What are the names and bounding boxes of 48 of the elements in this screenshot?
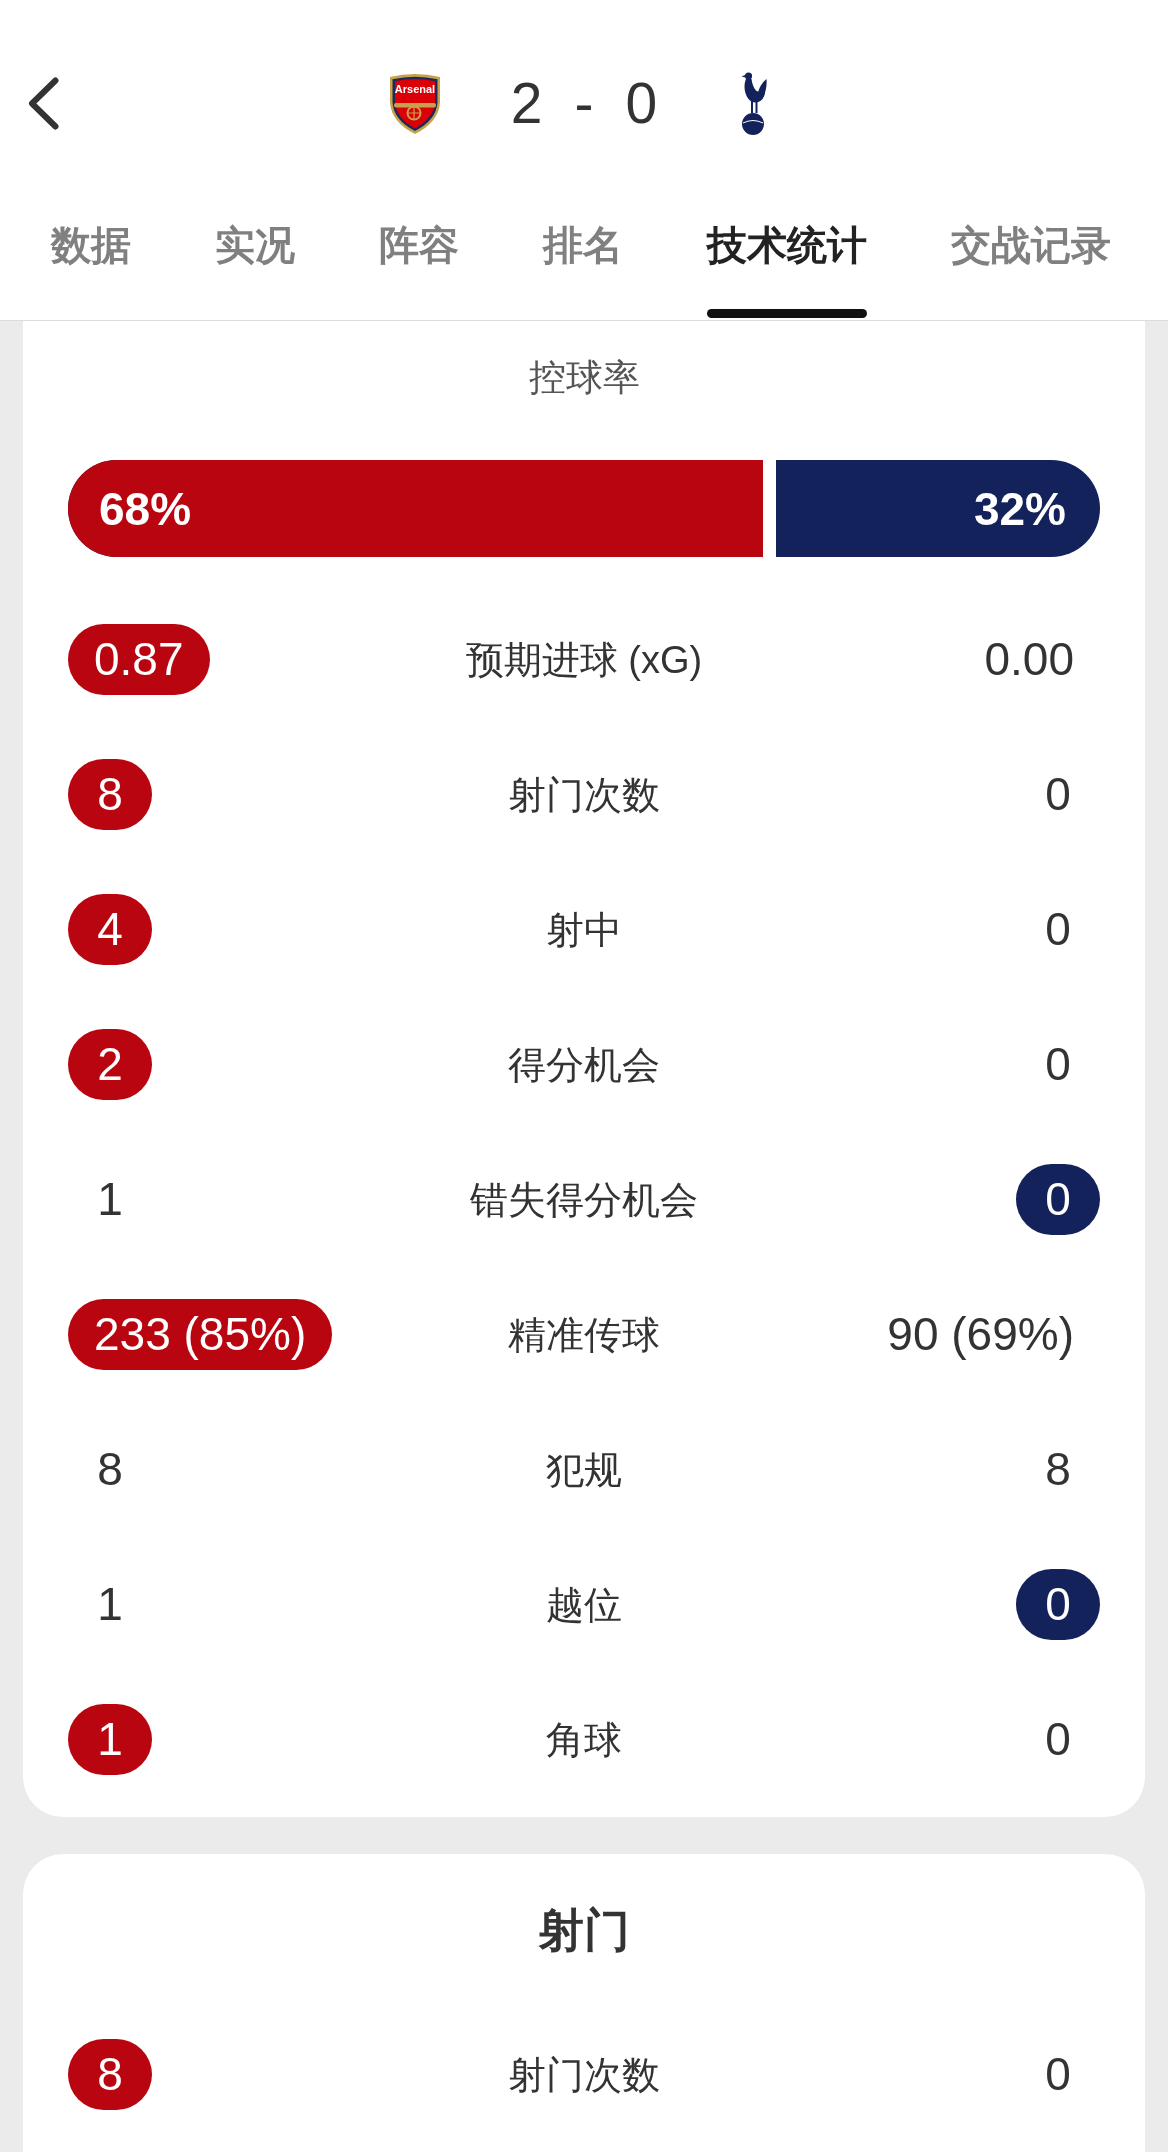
value-badge: 8 bbox=[68, 2039, 152, 2110]
stat-value: 0 bbox=[1044, 2047, 1072, 2102]
value-badge: 4 bbox=[68, 894, 152, 965]
value-badge: 2 bbox=[68, 1029, 152, 1100]
value-badge: 8 bbox=[68, 759, 152, 830]
stat-label: 射门次数 bbox=[508, 772, 660, 818]
stat-value: 8 bbox=[96, 1442, 124, 1497]
stat-value: 0 bbox=[1044, 902, 1072, 957]
stat-label: 犯规 bbox=[546, 1447, 622, 1493]
stat-label: 预期进球 (xG) bbox=[465, 637, 703, 683]
tab[interactable]: 技术统计 bbox=[707, 217, 867, 318]
possession-value: 32% bbox=[973, 481, 1066, 537]
back-button[interactable] bbox=[27, 76, 60, 130]
stat-value: 1 bbox=[96, 1172, 124, 1227]
possession-value: 68% bbox=[99, 481, 192, 537]
tab[interactable]: 数据 bbox=[51, 217, 131, 318]
stat-label: 越位 bbox=[546, 1582, 622, 1628]
value-badge: 233 (85%) bbox=[68, 1299, 333, 1370]
score-separator: - bbox=[574, 74, 594, 132]
value-badge: 0 bbox=[1016, 1569, 1100, 1640]
stat-value: 1 bbox=[96, 1577, 124, 1632]
stat-value: 8 bbox=[1044, 1442, 1072, 1497]
home-score: 2 bbox=[510, 74, 543, 132]
stat-label: 错失得分机会 bbox=[470, 1177, 698, 1223]
section-title: 射门 bbox=[537, 1903, 631, 1958]
tab[interactable]: 排名 bbox=[543, 217, 623, 318]
stat-value: 0 bbox=[1044, 1037, 1072, 1092]
tab[interactable]: 交战记录 bbox=[951, 217, 1111, 318]
cockerel-icon bbox=[739, 70, 767, 136]
tab[interactable]: 实况 bbox=[215, 217, 295, 318]
stat-label: 射门次数 bbox=[508, 2052, 660, 2098]
value-badge: 0 bbox=[1016, 1164, 1100, 1235]
tab[interactable]: 阵容 bbox=[379, 217, 459, 318]
value-badge: 1 bbox=[68, 1704, 152, 1775]
shield-crest-icon bbox=[387, 71, 443, 135]
stat-value: 0.00 bbox=[983, 632, 1075, 687]
away-score: 0 bbox=[625, 74, 658, 132]
stat-value: 90 (69%) bbox=[886, 1307, 1075, 1362]
value-badge: 0.87 bbox=[68, 624, 210, 695]
back-icon bbox=[27, 76, 60, 130]
section-title: 控球率 bbox=[527, 356, 641, 400]
crest-text: Arsenal bbox=[393, 82, 437, 96]
stat-value: 0 bbox=[1044, 1712, 1072, 1767]
stat-label: 角球 bbox=[546, 1717, 622, 1763]
stat-value: 0 bbox=[1044, 767, 1072, 822]
stat-label: 精准传球 bbox=[508, 1312, 660, 1358]
stat-label: 得分机会 bbox=[508, 1042, 660, 1088]
stat-label: 射中 bbox=[546, 907, 622, 953]
